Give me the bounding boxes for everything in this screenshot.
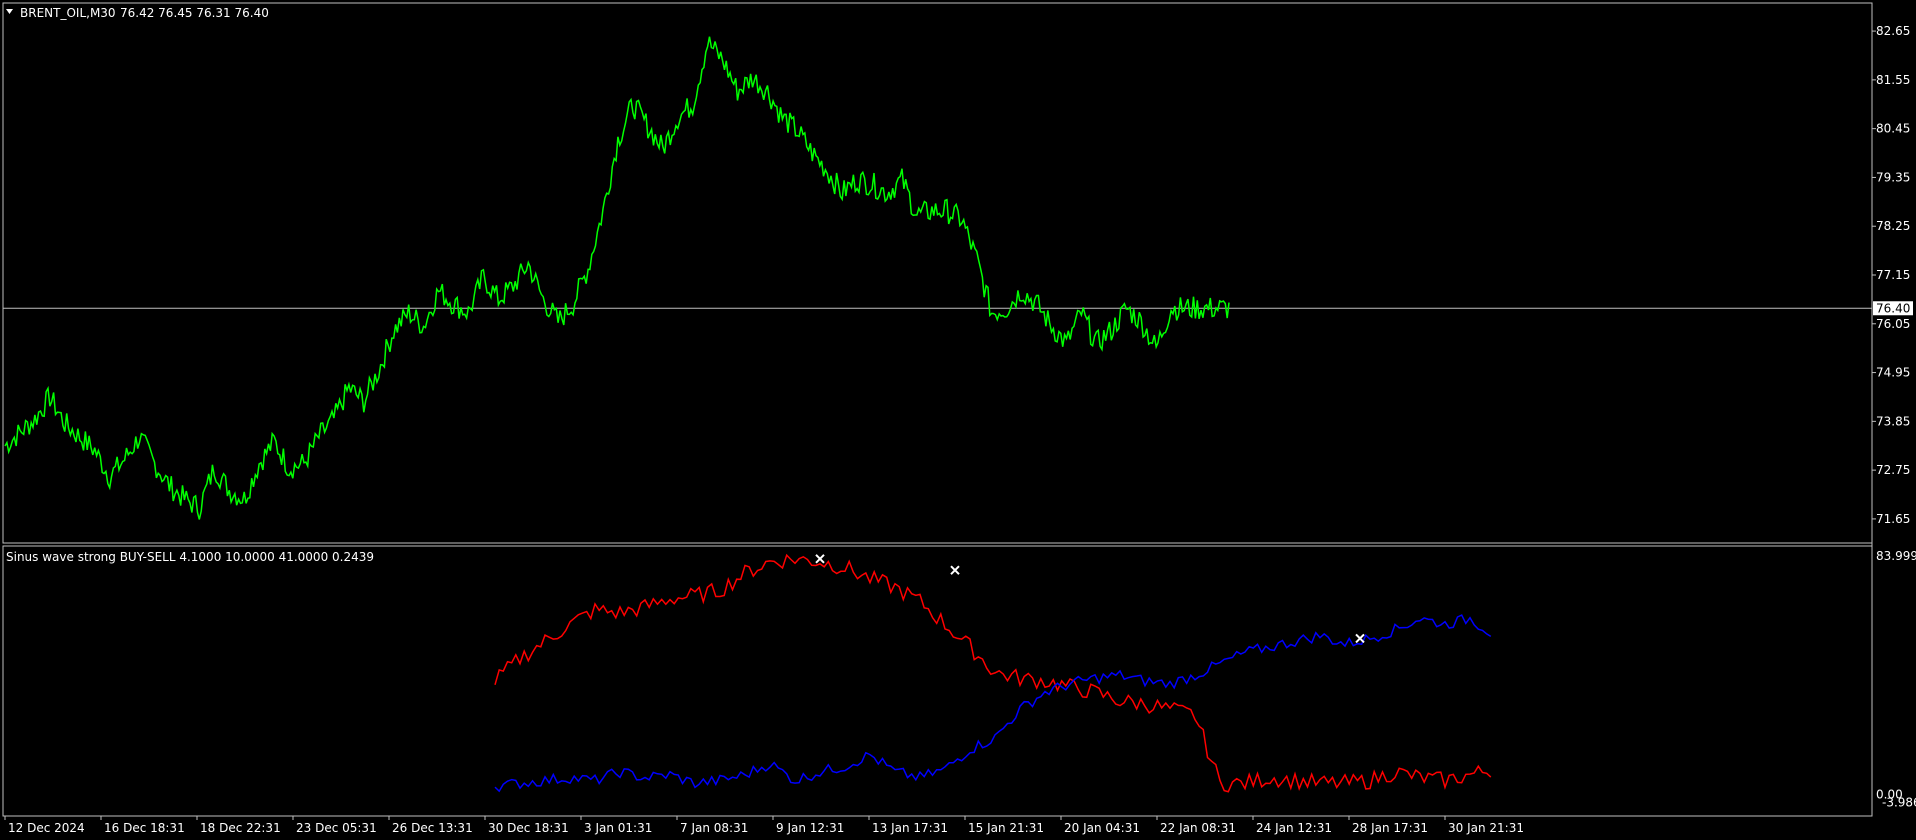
chart-background [0,0,1916,840]
time-tick-label: 15 Jan 21:31 [968,821,1044,835]
price-tick-label: 73.85 [1876,414,1910,428]
indicator-min-label: -3.9869 [1882,796,1916,810]
time-tick-label: 16 Dec 18:31 [104,821,185,835]
time-tick-label: 20 Jan 04:31 [1064,821,1140,835]
indicator-tick-label: 83.9994 [1876,549,1916,563]
time-tick-label: 3 Jan 01:31 [584,821,652,835]
price-tick-label: 82.65 [1876,24,1910,38]
time-tick-label: 22 Jan 08:31 [1160,821,1236,835]
price-tick-label: 78.25 [1876,219,1910,233]
time-tick-label: 12 Dec 2024 [8,821,85,835]
chart-window: BRENT_OIL,M30 76.42 76.45 76.31 76.40 Si… [0,0,1916,840]
price-tick-label: 77.15 [1876,268,1910,282]
price-tick-label: 74.95 [1876,366,1910,380]
current-price-value: 76.40 [1876,301,1910,315]
time-tick-label: 24 Jan 12:31 [1256,821,1332,835]
price-tick-label: 76.05 [1876,317,1910,331]
price-tick-label: 71.65 [1876,512,1910,526]
time-tick-label: 9 Jan 12:31 [776,821,844,835]
indicator-label: Sinus wave strong BUY-SELL 4.1000 10.000… [6,550,374,564]
price-tick-label: 72.75 [1876,463,1910,477]
symbol-label: BRENT_OIL,M30 [20,6,116,20]
current-price-tag: 76.40 [1873,301,1913,316]
time-tick-label: 28 Jan 17:31 [1352,821,1428,835]
time-tick-label: 26 Dec 13:31 [392,821,473,835]
price-tick-label: 80.45 [1876,122,1910,136]
price-tick-label: 79.35 [1876,170,1910,184]
ohlc-values: 76.42 76.45 76.31 76.40 [120,6,269,20]
time-tick-label: 7 Jan 08:31 [680,821,748,835]
time-tick-label: 18 Dec 22:31 [200,821,281,835]
time-tick-label: 30 Jan 21:31 [1448,821,1524,835]
time-tick-label: 23 Dec 05:31 [296,821,377,835]
time-tick-label: 30 Dec 18:31 [488,821,569,835]
price-tick-label: 81.55 [1876,73,1910,87]
time-tick-label: 13 Jan 17:31 [872,821,948,835]
